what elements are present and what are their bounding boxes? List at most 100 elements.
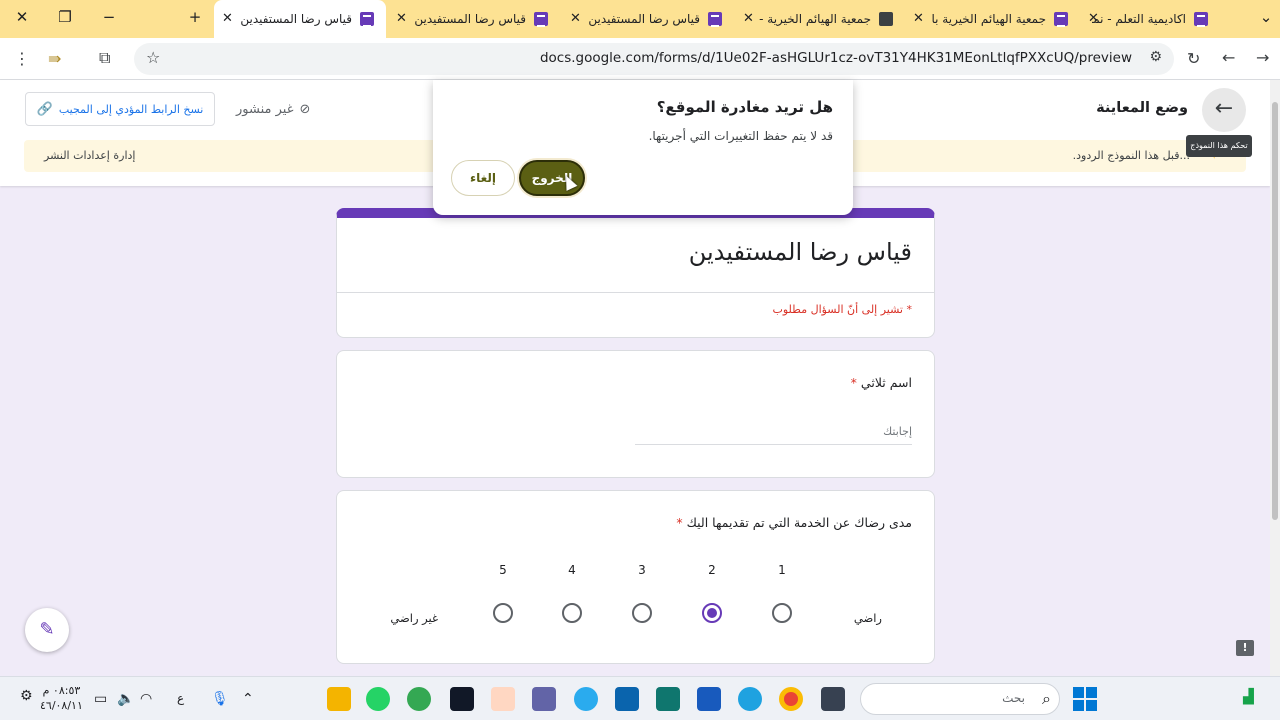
new-tab-icon[interactable]: + xyxy=(185,8,205,26)
question-text: اسم ثلاثي xyxy=(860,375,912,390)
tab-label: اكاديمية التعلم - نماذج xyxy=(1092,12,1186,26)
edit-pencil-button[interactable]: ✎ xyxy=(25,608,69,652)
unpublished-status: ⊘ غير منشور xyxy=(236,102,310,117)
signal-bars-icon[interactable]: ▟ xyxy=(1243,689,1254,705)
link-icon: 🔗 xyxy=(36,101,53,117)
microphone-icon[interactable]: 🎙 xyxy=(211,691,229,707)
browser-tab-strip: اكاديمية التعلم - نماذج ✕ جمعية الهيائم … xyxy=(0,0,1280,38)
menu-dots-icon[interactable]: ⋮ xyxy=(14,49,30,68)
tab-label: جمعية الهيائم الخيرية - xyxy=(759,12,871,26)
close-tab-icon[interactable]: ✕ xyxy=(222,11,233,26)
scale-radio-3[interactable] xyxy=(632,603,652,623)
unpublished-label: غير منشور xyxy=(236,102,294,117)
question-label: مدى رضاك عن الخدمة التي تم تقديمها اليك* xyxy=(676,515,912,530)
back-button-tooltip: تحكم هذا النموذج xyxy=(1186,135,1252,157)
pencil-icon: ✎ xyxy=(39,619,55,640)
arrow-left-icon: ← xyxy=(1214,96,1234,121)
close-tab-icon[interactable]: ✕ xyxy=(1088,11,1099,26)
cancel-button[interactable]: إلغاء xyxy=(451,160,515,196)
windows-start-icon[interactable] xyxy=(1073,687,1097,711)
app-icon[interactable] xyxy=(821,687,845,711)
browser-tab-3[interactable]: قياس رضا المستفيدين ✕ xyxy=(562,0,734,38)
question-label: اسم ثلاثي* xyxy=(851,375,912,390)
whatsapp-icon[interactable] xyxy=(366,687,390,711)
puzzle-extensions-icon[interactable]: ⧉ xyxy=(99,48,110,68)
extension-icon[interactable]: ⇛ xyxy=(48,49,61,68)
browser-toolbar: ⋮ ⇛ ⧉ ☆ docs.google.com/forms/d/1Ue02F-a… xyxy=(0,38,1280,80)
browser-tab-5[interactable]: جمعية الهيائم الخيرية با ✕ xyxy=(905,0,1080,38)
system-clock[interactable]: ٠٨:٥٣ م ٤٦/٠٨/١١ xyxy=(40,683,83,713)
form-title: قياس رضا المستفيدين xyxy=(688,238,912,266)
chrome-icon[interactable] xyxy=(779,687,803,711)
question-text: مدى رضاك عن الخدمة التي تم تقديمها اليك xyxy=(686,515,912,530)
taskbar-search-box[interactable]: بحث ⌕ xyxy=(860,683,1060,715)
google-forms-icon xyxy=(360,12,374,27)
divider xyxy=(337,292,934,293)
tab-search-icon[interactable]: ⌄ xyxy=(1256,8,1276,26)
scale-number: 1 xyxy=(778,563,786,577)
address-bar[interactable]: ☆ docs.google.com/forms/d/1Ue02F-asHGLUr… xyxy=(134,43,1174,75)
scale-radio-1[interactable] xyxy=(772,603,792,623)
forward-arrow-icon[interactable]: → xyxy=(1256,48,1269,67)
scale-radio-4[interactable] xyxy=(562,603,582,623)
browser-tab-6[interactable]: اكاديمية التعلم - نماذج ✕ xyxy=(1080,0,1220,38)
word-icon[interactable] xyxy=(697,687,721,711)
leave-site-dialog: هل تريد مغادرة الموقع؟ قد لا يتم حفظ الت… xyxy=(433,80,853,215)
google-forms-icon xyxy=(534,12,548,27)
scrollbar-thumb[interactable] xyxy=(1272,102,1278,520)
site-r-icon xyxy=(879,12,893,26)
dialog-title: هل تريد مغادرة الموقع؟ xyxy=(656,98,833,116)
question-card-name: اسم ثلاثي* إجابتك xyxy=(336,350,935,478)
full-name-input[interactable]: إجابتك xyxy=(635,425,912,445)
browser-tab-1-active[interactable]: قياس رضا المستفيدين ✕ xyxy=(214,0,386,38)
show-hidden-icons-chevron[interactable]: ⌃ xyxy=(242,691,254,707)
search-icon: ⌕ xyxy=(1042,689,1051,708)
browser-tab-4[interactable]: جمعية الهيائم الخيرية - ✕ xyxy=(735,0,905,38)
leave-button[interactable]: الخروج xyxy=(519,160,585,196)
form-title-card: قياس رضا المستفيدين * تشير إلى أنّ السؤا… xyxy=(336,208,935,338)
google-forms-icon xyxy=(1194,12,1208,27)
required-asterisk: * xyxy=(850,375,857,390)
app-icon[interactable] xyxy=(656,687,680,711)
back-arrow-icon[interactable]: ← xyxy=(1222,48,1235,67)
close-tab-icon[interactable]: ✕ xyxy=(570,11,581,26)
app-icon[interactable] xyxy=(491,687,515,711)
outlook-icon[interactable] xyxy=(615,687,639,711)
input-language[interactable]: ع xyxy=(177,691,184,705)
tab-label: قياس رضا المستفيدين xyxy=(588,12,700,26)
google-forms-icon xyxy=(1054,12,1068,27)
close-window-icon[interactable]: ✕ xyxy=(12,8,32,26)
restore-icon[interactable]: ❐ xyxy=(55,8,75,26)
windows-taskbar: ⚙ ٠٨:٥٣ م ٤٦/٠٨/١١ ▭ 🔈 ◠ ع 🎙 ⌃ بحث ⌕ ▟ xyxy=(0,676,1280,720)
bookmark-star-icon[interactable]: ☆ xyxy=(146,48,160,67)
question-card-satisfaction: مدى رضاك عن الخدمة التي تم تقديمها اليك*… xyxy=(336,490,935,664)
scale-radio-2-selected[interactable] xyxy=(702,603,722,623)
scale-radio-5[interactable] xyxy=(493,603,513,623)
close-tab-icon[interactable]: ✕ xyxy=(396,11,407,26)
reload-icon[interactable]: ↻ xyxy=(1187,49,1200,68)
chrome-profile-icon[interactable] xyxy=(407,687,431,711)
battery-icon[interactable]: ▭ xyxy=(94,691,107,707)
edge-icon[interactable] xyxy=(738,687,762,711)
browser-tab-2[interactable]: قياس رضا المستفيدين ✕ xyxy=(388,0,560,38)
clock-time: ٠٨:٥٣ م xyxy=(42,684,81,697)
clock-date: ٤٦/٠٨/١١ xyxy=(40,699,83,712)
url-text[interactable]: docs.google.com/forms/d/1Ue02F-asHGLUr1c… xyxy=(540,50,1132,66)
teams-icon[interactable] xyxy=(532,687,556,711)
copy-responder-link-button[interactable]: نسخ الرابط المؤدي إلى المجيب 🔗 xyxy=(25,92,215,126)
site-info-icon[interactable]: ⚙ xyxy=(1149,49,1162,65)
volume-icon[interactable]: 🔈 xyxy=(117,691,134,707)
notification-settings-icon[interactable]: ⚙ xyxy=(20,688,33,704)
minimize-icon[interactable]: − xyxy=(99,8,119,26)
report-abuse-icon[interactable]: ! xyxy=(1236,640,1254,656)
telegram-icon[interactable] xyxy=(574,687,598,711)
scale-high-label: غير راضي xyxy=(390,611,438,625)
capcut-icon[interactable] xyxy=(450,687,474,711)
manage-publish-settings-link[interactable]: إدارة إعدادات النشر xyxy=(44,149,135,162)
wifi-icon[interactable]: ◠ xyxy=(140,691,152,707)
file-explorer-icon[interactable] xyxy=(327,687,351,711)
back-to-editor-button[interactable]: ← xyxy=(1202,88,1246,132)
close-tab-icon[interactable]: ✕ xyxy=(743,11,754,26)
required-asterisk: * xyxy=(676,515,683,530)
close-tab-icon[interactable]: ✕ xyxy=(913,11,924,26)
